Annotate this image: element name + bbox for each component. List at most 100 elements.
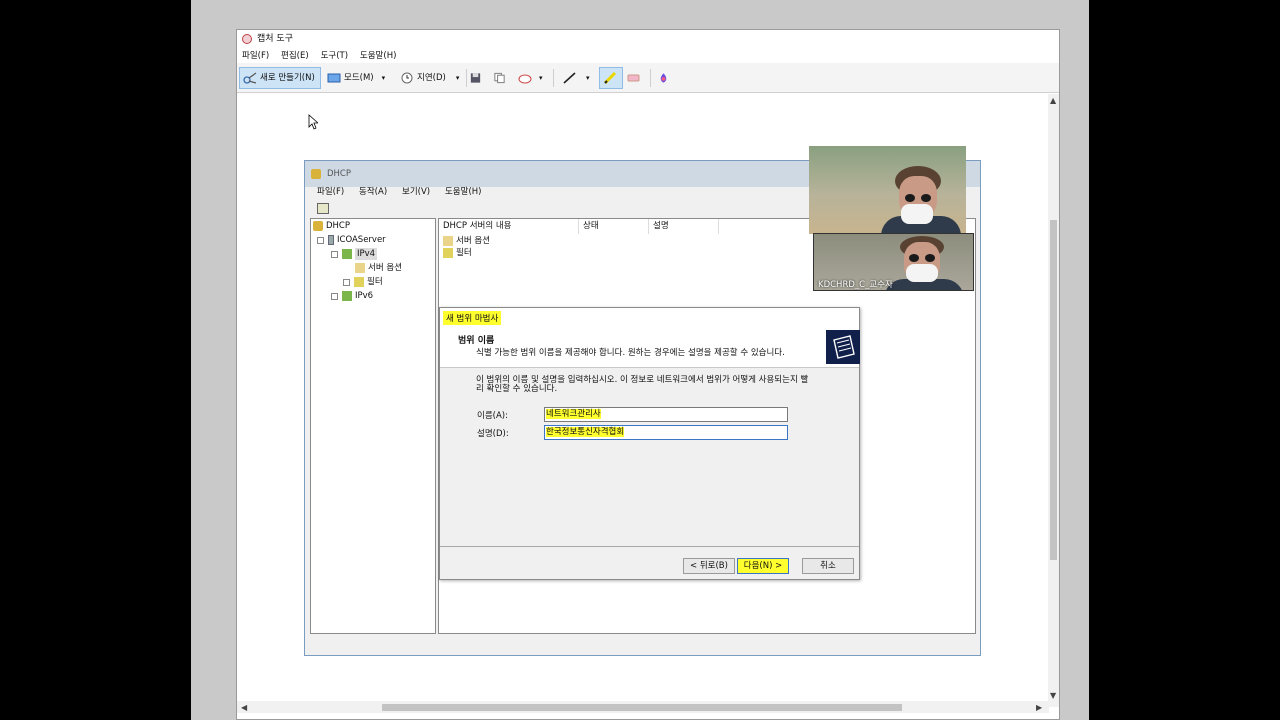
scope-name-value: 네트워크관리사 (546, 409, 601, 419)
chevron-down-icon: ▾ (586, 74, 590, 82)
snip-title-text: 캡처 도구 (257, 34, 293, 44)
scope-description-value: 한국정보통신자격협회 (546, 427, 625, 437)
cancel-button[interactable]: 취소 (802, 558, 854, 574)
column-header-status[interactable]: 상태 (579, 219, 649, 234)
list-item-label: 서버 옵션 (456, 236, 490, 246)
description-field-label: 설명(D): (477, 429, 509, 439)
paint-3d-button[interactable] (657, 67, 673, 89)
new-snip-label: 새로 만들기(N) (260, 73, 315, 83)
webcam-feed-top (809, 146, 966, 234)
tree-item-filters[interactable]: 필터 (343, 276, 383, 288)
next-button[interactable]: 다음(N) > (737, 558, 789, 574)
menu-help[interactable]: 도움말(H) (360, 49, 396, 63)
filter-icon (443, 248, 453, 258)
scissors-icon (242, 34, 252, 44)
list-item-label: 필터 (456, 248, 472, 258)
tree-item-ipv6[interactable]: IPv6 (331, 290, 373, 302)
vertical-scroll-thumb[interactable] (1050, 220, 1057, 560)
dhcp-title-text: DHCP (327, 169, 351, 179)
wizard-instructions: 이 범위의 이름 및 설명을 입력하십시오. 이 정보로 네트워크에서 범위가 … (476, 375, 809, 394)
eraser-icon (627, 74, 640, 82)
tree-item-dhcp[interactable]: DHCP (313, 220, 350, 232)
tree-item-ipv4[interactable]: IPv4 (331, 248, 378, 260)
webcam-participant-name: KDCHRD_C_교수자 (818, 280, 893, 290)
dhcp-menu-view[interactable]: 보기(V) (402, 183, 430, 201)
dhcp-menu-action[interactable]: 동작(A) (359, 183, 387, 201)
network-icon (342, 291, 352, 301)
delay-button[interactable]: 지연(D) ▾ (400, 67, 466, 89)
server-icon (328, 235, 334, 245)
new-scope-wizard-dialog: 새 범위 마법사 범위 이름 식별 가능한 범위 이름을 제공해야 합니다. 원… (439, 307, 860, 580)
pen-icon (563, 72, 576, 84)
tree-label: IPv6 (355, 291, 374, 301)
toolbar-separator (466, 69, 467, 87)
chevron-down-icon: ▾ (455, 74, 460, 82)
toolbar-separator (553, 69, 554, 87)
folder-icon (443, 236, 453, 246)
dhcp-menu-help[interactable]: 도움말(H) (445, 183, 481, 201)
pen-button[interactable]: ▾ (563, 67, 597, 89)
tree-label: ICOAServer (337, 235, 386, 245)
list-item-server-options[interactable]: 서버 옵션 (443, 235, 490, 247)
tree-label: DHCP (326, 221, 350, 231)
webcam-feed-bottom: KDCHRD_C_교수자 (813, 233, 974, 291)
snip-menubar: 파일(F) 편집(E) 도구(T) 도움말(H) (237, 49, 1059, 63)
scope-name-input[interactable]: 네트워크관리사 (544, 407, 788, 422)
filter-icon (354, 277, 364, 287)
expand-icon[interactable] (343, 278, 350, 286)
highlighter-icon (603, 72, 616, 84)
save-button[interactable] (469, 67, 485, 89)
highlighter-button[interactable] (599, 67, 623, 89)
copy-button[interactable] (493, 67, 509, 89)
dhcp-menu-file[interactable]: 파일(F) (317, 183, 344, 201)
tree-item-server[interactable]: ICOAServer (317, 234, 386, 246)
collapse-icon[interactable] (317, 236, 324, 244)
network-icon (342, 249, 352, 259)
copy-icon (494, 72, 505, 84)
column-header-contents[interactable]: DHCP 서버의 내용 (439, 219, 579, 234)
mouse-cursor-icon (308, 114, 318, 130)
wizard-title: 새 범위 마법사 (443, 311, 502, 325)
dhcp-app-icon (311, 169, 321, 179)
send-email-button[interactable]: ▾ (518, 67, 548, 89)
tree-label: 서버 옵션 (368, 263, 402, 273)
wizard-heading: 범위 이름 (458, 336, 495, 346)
console-tree-toggle-icon[interactable] (317, 203, 329, 214)
scroll-right-icon[interactable]: ▶ (1036, 703, 1042, 712)
collapse-icon[interactable] (331, 250, 338, 258)
rectangle-mode-icon (327, 73, 341, 83)
horizontal-scroll-thumb[interactable] (382, 704, 902, 711)
expand-icon[interactable] (331, 292, 338, 300)
paint-drop-icon (660, 73, 667, 83)
scroll-left-icon[interactable]: ◀ (241, 703, 247, 712)
list-item-filters[interactable]: 필터 (443, 247, 472, 259)
snip-titlebar: 캡처 도구 (237, 30, 1059, 48)
scissors-icon (243, 72, 257, 84)
menu-edit[interactable]: 편집(E) (281, 49, 309, 63)
scroll-down-icon[interactable]: ▼ (1050, 691, 1056, 700)
name-field-label: 이름(A): (477, 411, 508, 421)
new-snip-button[interactable]: 새로 만들기(N) (239, 67, 321, 89)
dhcp-icon (313, 221, 323, 231)
back-button[interactable]: < 뒤로(B) (683, 558, 735, 574)
folder-icon (355, 263, 365, 273)
mode-label: 모드(M) (344, 73, 374, 83)
toolbar-separator (650, 69, 651, 87)
scroll-up-icon[interactable]: ▲ (1050, 96, 1056, 105)
tree-label: IPv4 (355, 248, 378, 260)
scope-description-input[interactable]: 한국정보통신자격협회 (544, 425, 788, 440)
column-header-description[interactable]: 설명 (649, 219, 719, 234)
send-email-icon (518, 74, 532, 84)
eraser-button[interactable] (626, 67, 644, 89)
wizard-divider (440, 546, 859, 547)
save-icon (470, 73, 481, 83)
menu-tools[interactable]: 도구(T) (321, 49, 348, 63)
tree-item-server-options[interactable]: 서버 옵션 (355, 262, 402, 274)
snip-toolbar: 새로 만들기(N) 모드(M) ▾ 지연(D) ▾ ▾ ▾ (237, 63, 1059, 93)
wizard-subheading: 식별 가능한 범위 이름을 제공해야 합니다. 원하는 경우에는 설명을 제공할… (476, 348, 785, 358)
mode-button[interactable]: 모드(M) ▾ (327, 67, 395, 89)
chevron-down-icon: ▾ (539, 74, 543, 82)
clock-icon (401, 72, 413, 84)
wizard-header: 새 범위 마법사 범위 이름 식별 가능한 범위 이름을 제공해야 합니다. 원… (440, 308, 859, 368)
menu-file[interactable]: 파일(F) (242, 49, 269, 63)
